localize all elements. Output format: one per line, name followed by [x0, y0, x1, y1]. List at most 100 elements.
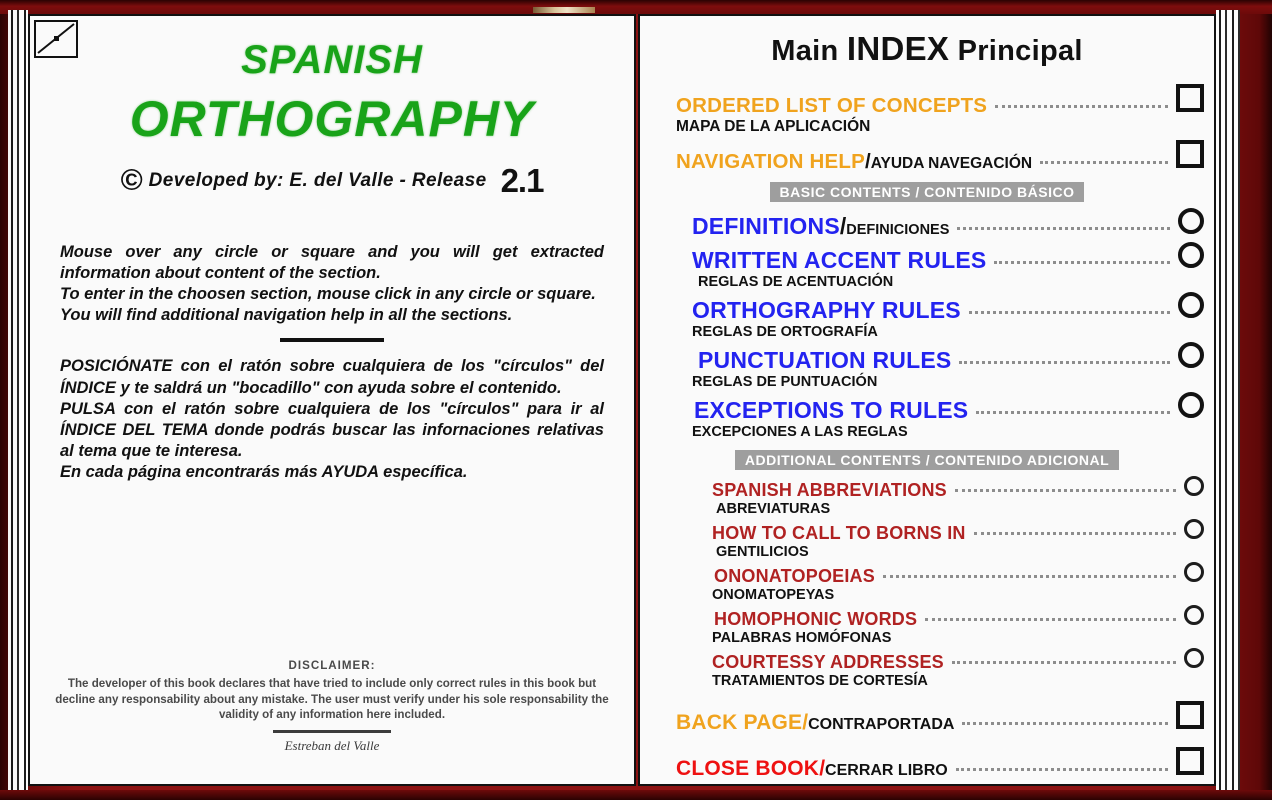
- instruction-es-2: PULSA con el ratón sobre cualquiera de l…: [60, 399, 604, 460]
- dot-leader: [882, 575, 1176, 578]
- menu-label-es: EXCEPCIONES A LAS REGLAS: [692, 424, 908, 440]
- marker-square[interactable]: [1176, 701, 1204, 729]
- instruction-es-3: En cada página encontrarás más AYUDA esp…: [60, 462, 468, 481]
- menu-label-en: WRITTEN ACCENT RULES: [692, 247, 987, 273]
- menu-label-es: TRATAMIENTOS DE CORTESÍA: [712, 673, 928, 689]
- marker-circle[interactable]: [1184, 648, 1204, 668]
- credit-text: Developed by: E. del Valle - Release: [148, 170, 487, 191]
- instruction-en-3: You will find additional navigation help…: [60, 306, 513, 325]
- menu-item-definitions[interactable]: DEFINITIONS / DEFINICIONES: [692, 208, 1214, 240]
- marker-circle[interactable]: [1184, 605, 1204, 625]
- dot-leader: [955, 768, 1168, 771]
- author-signature: Estreban del Valle: [284, 738, 380, 753]
- menu-item-how-to-call-to-borns-in[interactable]: HOW TO CALL TO BORNS IN GENTILICIOS: [712, 519, 1214, 560]
- book-container: SPANISH ORTHOGRAPHY © Developed by: E. d…: [0, 0, 1272, 800]
- right-page: Main INDEX Principal ORDERED LIST OF CON…: [638, 14, 1216, 786]
- spanish-instructions: POSICIÓNATE con el ratón sobre cualquier…: [60, 356, 604, 483]
- disclaimer: DISCLAIMER: The developer of this book d…: [48, 658, 616, 723]
- index-page-title: Main INDEX Principal: [640, 30, 1214, 68]
- book-top-edge: [0, 0, 1272, 14]
- menu-item-close-book[interactable]: CLOSE BOOK / CERRAR LIBRO: [676, 747, 1214, 781]
- menu-label-es: REGLAS DE PUNTUACIÓN: [692, 374, 878, 390]
- disclaimer-title: DISCLAIMER:: [288, 659, 376, 673]
- menu-label-es: PALABRAS HOMÓFONAS: [712, 630, 892, 646]
- menu-label-en: EXCEPTIONS TO RULES: [694, 397, 969, 423]
- menu-label-en: CLOSE BOOK: [676, 757, 820, 780]
- menu-label-en: PUNCTUATION RULES: [698, 347, 952, 373]
- menu-item-orthography-rules[interactable]: ORTHOGRAPHY RULES REGLAS DE ORTOGRAFÍA: [692, 292, 1214, 340]
- marker-circle[interactable]: [1184, 476, 1204, 496]
- menu-label-es: AYUDA NAVEGACIÓN: [870, 155, 1033, 172]
- menu-item-punctuation-rules[interactable]: PUNCTUATION RULES REGLAS DE PUNTUACIÓN: [692, 342, 1214, 390]
- menu-item-back-page[interactable]: BACK PAGE / CONTRAPORTADA: [676, 701, 1214, 735]
- marker-circle[interactable]: [1178, 292, 1204, 318]
- menu-label-es: REGLAS DE ORTOGRAFÍA: [692, 324, 878, 340]
- basic-contents-band: BASIC CONTENTS / CONTENIDO BÁSICO: [769, 182, 1085, 202]
- menu-label-en: BACK PAGE: [676, 711, 803, 734]
- menu-label-es: ABREVIATURAS: [716, 501, 831, 517]
- dot-leader: [973, 532, 1176, 535]
- marker-square[interactable]: [1176, 747, 1204, 775]
- marker-circle[interactable]: [1184, 519, 1204, 539]
- marker-circle[interactable]: [1178, 342, 1204, 368]
- additional-contents-band: ADDITIONAL CONTENTS / CONTENIDO ADICIONA…: [734, 450, 1120, 470]
- dot-leader: [925, 618, 1176, 621]
- menu-label-es: GENTILICIOS: [716, 544, 809, 560]
- menu-label-en: ONONATOPOEIAS: [714, 566, 875, 586]
- index-title-part1: Main: [771, 35, 847, 67]
- page-corner-fold-icon[interactable]: [34, 20, 78, 58]
- marker-square[interactable]: [1176, 140, 1204, 168]
- release-version: 2.1: [500, 162, 545, 199]
- menu-label-es: DEFINICIONES: [846, 222, 950, 238]
- instruction-es-1: POSICIÓNATE con el ratón sobre cualquier…: [60, 357, 604, 397]
- menu-label-en: COURTESSY ADDRESSES: [712, 652, 944, 672]
- top-menu-group: ORDERED LIST OF CONCEPTS MAPA DE LA APLI…: [640, 84, 1214, 174]
- page-edge-stack-left: [8, 10, 28, 790]
- additional-contents-band-wrap: ADDITIONAL CONTENTS / CONTENIDO ADICIONA…: [640, 450, 1214, 470]
- menu-label-es: CONTRAPORTADA: [808, 716, 955, 733]
- menu-item-homophonic-words[interactable]: HOMOPHONIC WORDS PALABRAS HOMÓFONAS: [712, 605, 1214, 646]
- basic-contents-group: DEFINITIONS / DEFINICIONES WRITTEN ACCEN…: [640, 208, 1214, 440]
- menu-label-en: ORTHOGRAPHY RULES: [692, 297, 961, 323]
- disclaimer-body: The developer of this book declares that…: [55, 677, 609, 722]
- dot-leader: [995, 105, 1168, 108]
- marker-square[interactable]: [1176, 84, 1204, 112]
- dot-leader: [968, 311, 1170, 314]
- dot-leader: [994, 261, 1170, 264]
- bookmark-ribbon: [533, 7, 595, 13]
- menu-item-courtessy-addresses[interactable]: COURTESSY ADDRESSES TRATAMIENTOS DE CORT…: [712, 648, 1214, 689]
- dot-leader: [959, 361, 1170, 364]
- basic-contents-band-wrap: BASIC CONTENTS / CONTENIDO BÁSICO: [640, 182, 1214, 202]
- dot-leader: [951, 661, 1176, 664]
- menu-label-en: DEFINITIONS: [692, 213, 840, 239]
- menu-item-written-accent-rules[interactable]: WRITTEN ACCENT RULES REGLAS DE ACENTUACI…: [692, 242, 1214, 290]
- menu-item-ononatopoeias[interactable]: ONONATOPOEIAS ONOMATOPEYAS: [712, 562, 1214, 603]
- page-title-line-1: SPANISH: [241, 38, 423, 82]
- menu-label-en: NAVIGATION HELP: [676, 150, 866, 173]
- english-instructions: Mouse over any circle or square and you …: [60, 242, 604, 326]
- marker-circle[interactable]: [1178, 392, 1204, 418]
- menu-item-navigation-help[interactable]: NAVIGATION HELP / AYUDA NAVEGACIÓN: [676, 140, 1214, 174]
- credit-row: © Developed by: E. del Valle - Release 2…: [30, 162, 634, 200]
- menu-label-en: SPANISH ABBREVIATIONS: [712, 480, 947, 500]
- menu-item-spanish-abbreviations[interactable]: SPANISH ABBREVIATIONS ABREVIATURAS: [712, 476, 1214, 517]
- copyright-icon: ©: [120, 164, 143, 197]
- marker-circle[interactable]: [1184, 562, 1204, 582]
- menu-item-ordered-list-of-concepts[interactable]: ORDERED LIST OF CONCEPTS MAPA DE LA APLI…: [676, 84, 1214, 136]
- divider-rule: [280, 338, 384, 343]
- menu-item-exceptions-to-rules[interactable]: EXCEPTIONS TO RULES EXCEPCIONES A LAS RE…: [692, 392, 1214, 440]
- index-title-part3: Principal: [949, 35, 1083, 67]
- dot-leader: [962, 722, 1168, 725]
- page-edge-stack-right: [1216, 10, 1242, 790]
- menu-label-es: MAPA DE LA APLICACIÓN: [676, 118, 871, 135]
- menu-label-es: ONOMATOPEYAS: [712, 587, 835, 603]
- dot-leader: [976, 411, 1170, 414]
- bottom-menu-group: BACK PAGE / CONTRAPORTADA CLOSE BOOK / C…: [640, 701, 1214, 781]
- marker-circle[interactable]: [1178, 242, 1204, 268]
- marker-circle[interactable]: [1178, 208, 1204, 234]
- dot-leader: [954, 489, 1176, 492]
- instruction-en-1: Mouse over any circle or square and you …: [60, 243, 604, 283]
- menu-label-en: HOW TO CALL TO BORNS IN: [712, 523, 966, 543]
- index-title-part2: INDEX: [846, 30, 950, 67]
- instruction-en-2: To enter in the choosen section, mouse c…: [60, 285, 596, 304]
